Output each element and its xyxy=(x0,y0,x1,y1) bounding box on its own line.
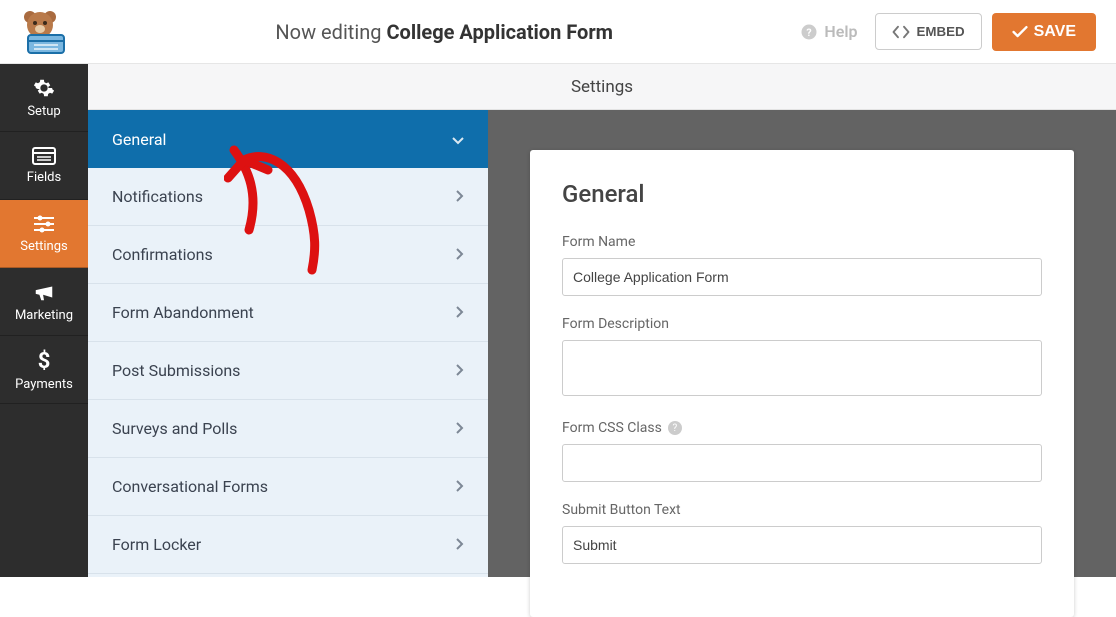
settings-item-label: Conversational Forms xyxy=(112,477,268,496)
title-prefix: Now editing xyxy=(275,20,386,44)
vnav-label: Payments xyxy=(15,377,73,392)
vertical-nav: Setup Fields Settings Marketing $ Paymen… xyxy=(0,64,88,577)
top-header: Now editing College Application Form ? H… xyxy=(0,0,1116,64)
bear-logo-icon xyxy=(16,9,72,55)
help-tooltip-icon[interactable]: ? xyxy=(668,421,682,435)
chevron-right-icon xyxy=(456,477,464,496)
settings-item-form-abandonment[interactable]: Form Abandonment xyxy=(88,284,488,342)
form-css-input[interactable] xyxy=(562,444,1042,482)
save-label: SAVE xyxy=(1034,23,1076,41)
help-link[interactable]: ? Help xyxy=(800,22,857,41)
settings-item-label: Confirmations xyxy=(112,245,213,264)
vnav-label: Setup xyxy=(27,104,60,119)
submit-button-text-input[interactable] xyxy=(562,526,1042,564)
form-name-group: Form Name xyxy=(562,234,1042,296)
app-logo xyxy=(0,9,88,55)
settings-strip-title: Settings xyxy=(571,77,633,97)
gear-icon xyxy=(33,77,55,99)
settings-item-form-locker[interactable]: Form Locker xyxy=(88,516,488,574)
panel-heading: General xyxy=(562,180,1042,208)
title-form-name: College Application Form xyxy=(386,20,613,44)
form-description-group: Form Description xyxy=(562,316,1042,400)
settings-item-surveys-polls[interactable]: Surveys and Polls xyxy=(88,400,488,458)
embed-button[interactable]: EMBED xyxy=(875,13,981,50)
settings-item-label: General xyxy=(112,130,166,149)
vnav-item-marketing[interactable]: Marketing xyxy=(0,268,88,336)
form-css-label: Form CSS Class ? xyxy=(562,420,1042,436)
save-button[interactable]: SAVE xyxy=(992,13,1096,51)
settings-item-general[interactable]: General xyxy=(88,110,488,168)
settings-item-label: Post Submissions xyxy=(112,361,240,380)
settings-strip: Settings xyxy=(88,64,1116,110)
settings-item-label: Form Locker xyxy=(112,535,201,554)
settings-item-conversational-forms[interactable]: Conversational Forms xyxy=(88,458,488,516)
vnav-item-setup[interactable]: Setup xyxy=(0,64,88,132)
form-name-input[interactable] xyxy=(562,258,1042,296)
preview-area: General Form Name Form Description Form … xyxy=(488,110,1116,577)
settings-item-label: Surveys and Polls xyxy=(112,419,237,438)
settings-item-notifications[interactable]: Notifications xyxy=(88,168,488,226)
help-icon: ? xyxy=(800,23,818,41)
form-name-label: Form Name xyxy=(562,234,1042,250)
settings-item-label: Form Abandonment xyxy=(112,303,254,322)
form-description-label: Form Description xyxy=(562,316,1042,332)
vnav-label: Settings xyxy=(20,239,67,254)
fields-icon xyxy=(32,147,56,165)
chevron-right-icon xyxy=(456,361,464,380)
settings-sidebar: General Notifications Confirmations Form… xyxy=(88,110,488,577)
settings-item-post-submissions[interactable]: Post Submissions xyxy=(88,342,488,400)
chevron-right-icon xyxy=(456,535,464,554)
chevron-right-icon xyxy=(456,187,464,206)
vnav-label: Marketing xyxy=(15,308,73,323)
form-css-group: Form CSS Class ? xyxy=(562,420,1042,482)
dollar-icon: $ xyxy=(36,348,52,372)
svg-text:?: ? xyxy=(807,25,812,38)
settings-item-label: Notifications xyxy=(112,187,203,206)
chevron-right-icon xyxy=(456,303,464,322)
settings-item-confirmations[interactable]: Confirmations xyxy=(88,226,488,284)
form-css-label-text: Form CSS Class xyxy=(562,420,662,436)
help-label: Help xyxy=(824,22,857,41)
vnav-item-settings[interactable]: Settings xyxy=(0,200,88,268)
chevron-right-icon xyxy=(456,419,464,438)
megaphone-icon xyxy=(33,281,55,303)
vnav-item-fields[interactable]: Fields xyxy=(0,132,88,200)
vnav-item-payments[interactable]: $ Payments xyxy=(0,336,88,404)
chevron-down-icon xyxy=(452,130,464,149)
chevron-right-icon xyxy=(456,245,464,264)
general-settings-panel: General Form Name Form Description Form … xyxy=(530,150,1074,617)
sliders-icon xyxy=(32,214,56,234)
vnav-label: Fields xyxy=(27,170,61,185)
submit-button-text-label: Submit Button Text xyxy=(562,502,1042,518)
submit-button-text-group: Submit Button Text xyxy=(562,502,1042,564)
svg-text:$: $ xyxy=(38,349,51,372)
page-title: Now editing College Application Form xyxy=(88,20,800,44)
code-icon xyxy=(892,25,910,39)
embed-label: EMBED xyxy=(916,24,964,39)
form-description-input[interactable] xyxy=(562,340,1042,396)
check-icon xyxy=(1012,25,1028,39)
